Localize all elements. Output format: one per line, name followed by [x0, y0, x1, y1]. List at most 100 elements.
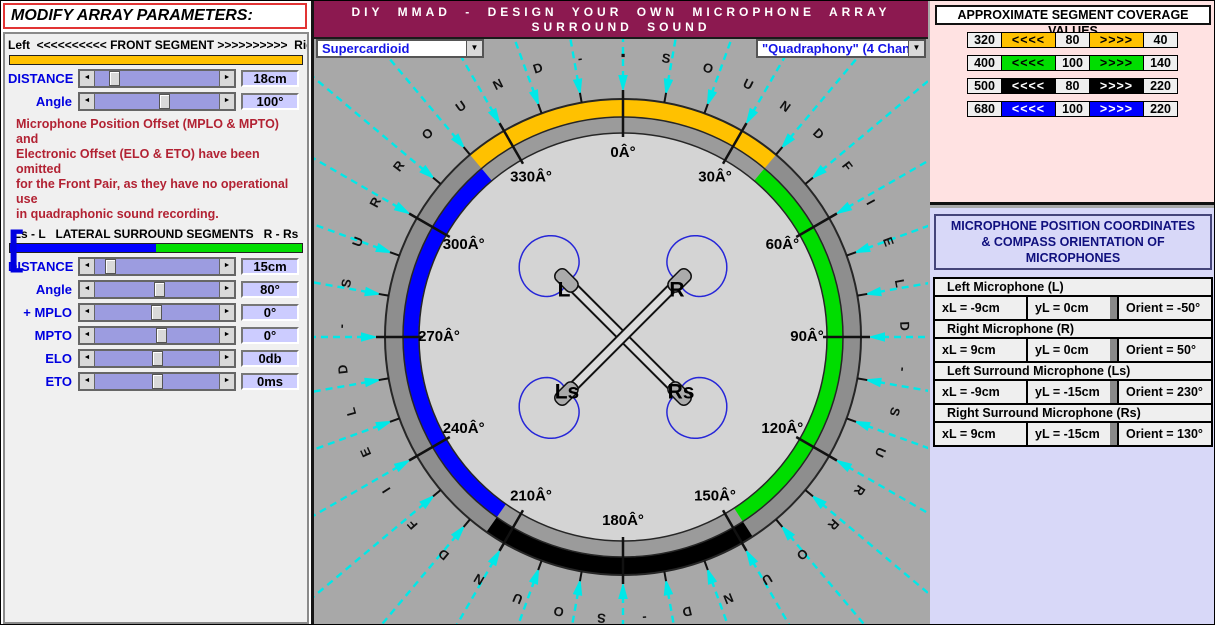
slider-thumb[interactable]: [150, 305, 162, 320]
svg-text:D: D: [897, 321, 912, 331]
mic-label: L: [558, 279, 571, 302]
coverage-cell-right: 220: [1143, 78, 1178, 94]
degree-label: 300Â°: [443, 235, 485, 253]
mic-x-cell: xL = 9cm: [933, 337, 1028, 363]
slider-thumb[interactable]: [108, 71, 120, 86]
mic-y-cell: yL = 0cm: [1026, 337, 1112, 363]
slider-thumb[interactable]: [154, 282, 166, 297]
slider-right-arrow-button[interactable]: ►: [219, 305, 234, 320]
slider-track[interactable]: [95, 351, 219, 366]
segment-coverage-rows: 320 <<<< 80 >>>> 40 400 <<<< 100 >>>> 140 500 <<<< 8…: [930, 32, 1214, 117]
lateral-mplo-row: + MPLO ◄ ► 0°: [8, 303, 304, 322]
lateral-angle-label: Angle: [35, 282, 72, 297]
slider-thumb[interactable]: [155, 328, 167, 343]
mic-name-row: Right Microphone (R): [933, 319, 1213, 339]
slider-track[interactable]: [95, 71, 219, 86]
parameters-group-box: Left <<<<<<<<<< FRONT SEGMENT >>>>>>>>>>…: [3, 32, 309, 624]
slider-left-arrow-button[interactable]: ◄: [80, 282, 95, 297]
lateral-mpto-slider[interactable]: ◄ ►: [78, 326, 236, 345]
svg-text:N: N: [490, 75, 505, 93]
coverage-cell-mid: 100: [1055, 55, 1090, 71]
coverage-cell-mid: 80: [1055, 78, 1090, 94]
slider-right-arrow-button[interactable]: ►: [219, 351, 234, 366]
lateral-sliders: DISTANCE ◄ ► 15cm Angle ◄ ► 80° + MPLO ◄ ► 0° MPTO ◄ ►…: [8, 257, 304, 391]
slider-track[interactable]: [95, 305, 219, 320]
mic-values-row: xL = -9cm yL = -15cm Orient = 230°: [933, 379, 1213, 405]
svg-text:-: -: [577, 50, 584, 65]
segment-coverage-title: APPROXIMATE SEGMENT COVERAGE VALUES: [935, 5, 1211, 38]
lateral-angle-slider[interactable]: ◄ ►: [78, 280, 236, 299]
app-title-bar: DIY MMAD - DESIGN YOUR OWN MICROPHONE AR…: [314, 1, 928, 39]
slider-left-arrow-button[interactable]: ◄: [80, 351, 95, 366]
lateral-mpto-label: MPTO: [34, 328, 72, 343]
mic-name-row: Left Microphone (L): [933, 277, 1213, 297]
svg-text:U: U: [510, 590, 524, 607]
lateral-distance-value: 15cm: [241, 258, 299, 275]
lateral-bar-right-half: [156, 244, 302, 252]
svg-text:O: O: [794, 546, 811, 564]
slider-right-arrow-button[interactable]: ►: [219, 259, 234, 274]
slider-track[interactable]: [95, 374, 219, 389]
lateral-mplo-slider[interactable]: ◄ ►: [78, 303, 236, 322]
lateral-mplo-label: + MPLO: [23, 305, 72, 320]
dropdown-arrow-icon[interactable]: ▼: [466, 41, 482, 56]
front-distance-slider[interactable]: ◄ ►: [78, 69, 236, 88]
lateral-distance-slider[interactable]: ◄ ►: [78, 257, 236, 276]
slider-right-arrow-button[interactable]: ►: [219, 94, 234, 109]
slider-left-arrow-button[interactable]: ◄: [80, 94, 95, 109]
svg-text:R: R: [390, 157, 408, 174]
lateral-eto-label: ETO: [45, 374, 73, 389]
coverage-row: 680 <<<< 100 >>>> 220: [930, 101, 1214, 117]
slider-track[interactable]: [95, 282, 219, 297]
lateral-elo-slider[interactable]: ◄ ►: [78, 349, 236, 368]
compass-diagram: ▪ SOUNDFIELD-SURROUND-SOUNDFIELD-SURROUND…: [314, 39, 928, 624]
coverage-cell-left_arrows: <<<<: [1001, 32, 1056, 48]
slider-thumb[interactable]: [159, 94, 171, 109]
slider-right-arrow-button[interactable]: ►: [219, 374, 234, 389]
degree-label: 210Â°: [510, 486, 552, 504]
slider-right-arrow-button[interactable]: ►: [219, 71, 234, 86]
lateral-distance-row: DISTANCE ◄ ► 15cm: [8, 257, 304, 276]
polar-pattern-dropdown-value: Supercardioid: [322, 41, 410, 56]
slider-track[interactable]: [95, 328, 219, 343]
slider-thumb[interactable]: [152, 351, 163, 366]
angle-mplo-bracket: [: [8, 221, 24, 273]
svg-text:D: D: [531, 60, 544, 77]
svg-text:U: U: [741, 75, 756, 93]
slider-right-arrow-button[interactable]: ►: [219, 282, 234, 297]
front-segment-color-bar: [9, 55, 303, 65]
slider-left-arrow-button[interactable]: ◄: [80, 328, 95, 343]
svg-text:D: D: [435, 546, 452, 564]
lateral-eto-slider[interactable]: ◄ ►: [78, 372, 236, 391]
mic-name-row: Right Surround Microphone (Rs): [933, 403, 1213, 423]
svg-text:O: O: [701, 59, 715, 76]
coverage-cell-right_arrows: >>>>: [1089, 55, 1144, 71]
slider-left-arrow-button[interactable]: ◄: [80, 305, 95, 320]
lateral-elo-label: ELO: [45, 351, 72, 366]
slider-thumb[interactable]: [104, 259, 116, 274]
modify-parameters-panel: MODIFY ARRAY PARAMETERS: Left <<<<<<<<<<…: [1, 1, 314, 624]
front-sliders: DISTANCE ◄ ► 18cm Angle ◄ ► 100°: [8, 69, 304, 111]
slider-track[interactable]: [95, 259, 219, 274]
lateral-elo-value: 0db: [241, 350, 299, 367]
coverage-cell-right_arrows: >>>>: [1089, 101, 1144, 117]
degree-label: 150Â°: [694, 486, 736, 504]
slider-left-arrow-button[interactable]: ◄: [80, 71, 95, 86]
lateral-angle-value: 80°: [241, 281, 299, 298]
svg-text:S: S: [887, 406, 904, 419]
mic-coordinates-title: MICROPHONE POSITION COORDINATES & COMPAS…: [934, 214, 1212, 270]
slider-track[interactable]: [95, 94, 219, 109]
mic-coordinates-table: Left Microphone (L) xL = -9cm yL = 0cm Orie…: [933, 277, 1213, 447]
front-distance-value: 18cm: [241, 70, 299, 87]
front-angle-slider[interactable]: ◄ ►: [78, 92, 236, 111]
dropdown-arrow-icon[interactable]: ▼: [908, 41, 924, 56]
mic-label: Ls: [555, 381, 580, 404]
slider-right-arrow-button[interactable]: ►: [219, 328, 234, 343]
channel-mode-dropdown[interactable]: "Quadraphony" (4 Channels ▼: [756, 39, 926, 58]
slider-left-arrow-button[interactable]: ◄: [80, 259, 95, 274]
degree-label: 60Â°: [766, 235, 800, 253]
offset-note-line: Electronic Offset (ELO & ETO) have been …: [16, 147, 260, 176]
slider-thumb[interactable]: [152, 374, 163, 389]
slider-left-arrow-button[interactable]: ◄: [80, 374, 95, 389]
polar-pattern-dropdown[interactable]: Supercardioid ▼: [316, 39, 484, 58]
